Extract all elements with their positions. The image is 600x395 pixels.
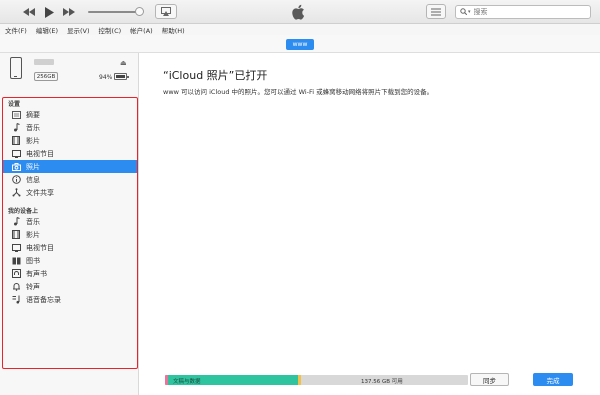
film-icon [11, 230, 21, 239]
device-tab[interactable]: www [286, 39, 314, 50]
voice-memo-icon [11, 295, 21, 304]
bell-icon [11, 282, 21, 291]
tv-icon [11, 243, 21, 252]
sidebar-item-tv[interactable]: 电视节目 [3, 147, 137, 160]
sidebar-item-label: 音乐 [26, 217, 40, 226]
toolbar: ▾ [0, 0, 600, 24]
menu-controls[interactable]: 控制(C) [99, 25, 122, 35]
books-icon [11, 256, 21, 265]
sidebar-item-summary[interactable]: 摘要 [3, 108, 137, 121]
itunes-window: ▾ 文件(F) 编辑(E) 显示(V) 控制(C) 帐户(A) 帮助(H) ww… [0, 0, 600, 395]
tv-icon [11, 149, 21, 158]
sidebar-item-file-sharing[interactable]: 文件共享 [3, 186, 137, 199]
menu-bar: 文件(F) 编辑(E) 显示(V) 控制(C) 帐户(A) 帮助(H) [0, 24, 600, 35]
device-info: ⏏ 256GB 94% [0, 53, 139, 97]
volume-slider-knob[interactable] [135, 7, 144, 16]
search-box[interactable]: ▾ [455, 5, 591, 19]
camera-icon [11, 162, 21, 171]
sidebar-item-device-books[interactable]: 图书 [3, 254, 137, 267]
sidebar-item-label: 影片 [26, 136, 40, 145]
music-icon [11, 217, 21, 226]
sidebar-item-label: 铃声 [26, 282, 40, 291]
menu-file[interactable]: 文件(F) [5, 25, 27, 35]
menu-help[interactable]: 帮助(H) [162, 25, 185, 35]
rewind-icon[interactable] [22, 5, 36, 19]
search-icon [460, 7, 468, 17]
main-content: “iCloud 照片”已打开 www 可以访问 iCloud 中的照片。您可以通… [140, 53, 600, 395]
sidebar-item-label: 信息 [26, 175, 40, 184]
battery-icon [114, 73, 129, 80]
sidebar-item-label: 图书 [26, 256, 40, 265]
sidebar-item-label: 文件共享 [26, 188, 54, 197]
sidebar-item-music[interactable]: 音乐 [3, 121, 137, 134]
capacity-badge: 256GB [34, 72, 58, 81]
airplay-icon[interactable] [155, 4, 177, 19]
sidebar: ⏏ 256GB 94% 设置 摘要 音乐 影片 电视节目 照片 信息 文件共享 … [0, 53, 139, 395]
sidebar-item-device-tones[interactable]: 铃声 [3, 280, 137, 293]
sidebar-item-label: 有声书 [26, 269, 47, 278]
sidebar-item-device-voice-memos[interactable]: 语音备忘录 [3, 293, 137, 306]
sidebar-item-label: 语音备忘录 [26, 295, 61, 304]
sync-button[interactable]: 同步 [470, 373, 509, 386]
iphone-icon [10, 57, 22, 79]
menu-view[interactable]: 显示(V) [67, 25, 90, 35]
sidebar-highlight-box: 设置 摘要 音乐 影片 电视节目 照片 信息 文件共享 我的设备上 音乐 影片 … [2, 97, 138, 369]
menu-account[interactable]: 帐户(A) [130, 25, 153, 35]
page-title: “iCloud 照片”已打开 [163, 69, 268, 82]
storage-free-label: 137.56 GB 可用 [361, 379, 403, 385]
on-device-header: 我的设备上 [8, 208, 39, 215]
music-icon [11, 123, 21, 132]
fast-forward-icon[interactable] [62, 5, 76, 19]
sidebar-item-label: 摘要 [26, 110, 40, 119]
file-sharing-icon [11, 188, 21, 197]
sidebar-item-label: 影片 [26, 230, 40, 239]
info-icon [11, 175, 21, 184]
device-tab-strip: www [0, 35, 600, 53]
sidebar-item-device-tv[interactable]: 电视节目 [3, 241, 137, 254]
search-dropdown-icon[interactable]: ▾ [468, 9, 471, 15]
storage-labels: 文稿与数据 137.56 GB 可用 [165, 375, 468, 385]
film-icon [11, 136, 21, 145]
audiobook-icon [11, 269, 21, 278]
sidebar-item-label: 音乐 [26, 123, 40, 132]
settings-header: 设置 [8, 101, 21, 108]
sidebar-item-device-movies[interactable]: 影片 [3, 228, 137, 241]
sidebar-item-label: 电视节目 [26, 149, 54, 158]
done-button[interactable]: 完成 [533, 373, 573, 386]
summary-icon [11, 110, 21, 119]
menu-edit[interactable]: 编辑(E) [36, 25, 58, 35]
list-view-icon[interactable] [426, 4, 446, 19]
sidebar-item-label: 电视节目 [26, 243, 54, 252]
sidebar-item-movies[interactable]: 影片 [3, 134, 137, 147]
play-icon[interactable] [42, 5, 56, 19]
sidebar-item-device-audiobooks[interactable]: 有声书 [3, 267, 137, 280]
search-input[interactable] [473, 8, 584, 16]
sidebar-item-label: 照片 [26, 162, 40, 171]
apple-logo [290, 3, 308, 21]
battery-percent: 94% [99, 74, 113, 81]
sidebar-item-info[interactable]: 信息 [3, 173, 137, 186]
sidebar-item-device-music[interactable]: 音乐 [3, 215, 137, 228]
page-description: www 可以访问 iCloud 中的照片。您可以通过 Wi-Fi 或蜂窝移动网络… [163, 88, 434, 96]
volume-slider-track[interactable] [88, 11, 140, 13]
device-name-redacted [34, 59, 54, 65]
sidebar-item-photos[interactable]: 照片 [3, 160, 137, 173]
eject-icon[interactable]: ⏏ [120, 59, 127, 67]
storage-used-label: 文稿与数据 [173, 379, 201, 385]
